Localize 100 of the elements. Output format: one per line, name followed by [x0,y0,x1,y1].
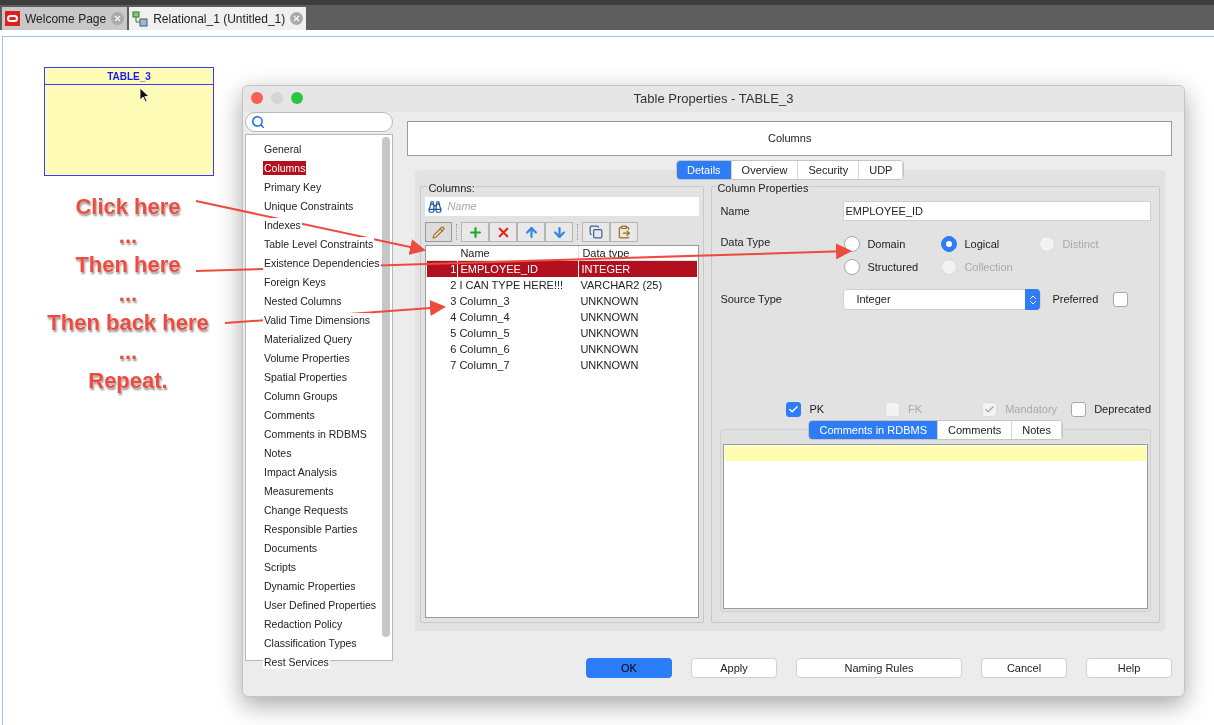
scrollbar-thumb[interactable] [382,137,391,637]
check-icon [984,403,996,415]
radio-label: Distinct [1062,236,1099,252]
checkbox-label: Mandatory [1005,401,1058,417]
column-row[interactable]: 5 Column_5 UNKNOWN [427,325,698,341]
row-number: 6 [449,342,458,357]
check-icon [788,403,800,415]
table-cell-text: Column_6 [458,342,511,357]
maximize-button[interactable] [291,92,303,104]
search-field[interactable] [245,112,394,132]
toolbar-button[interactable] [610,222,639,242]
toolbar-button[interactable] [582,222,611,242]
add-icon [467,224,483,240]
arrow-down-icon [551,224,567,240]
table-cell: INTEGER [578,261,698,277]
ring-logo-icon [5,11,20,26]
search-icon [251,115,265,129]
toolbar-button[interactable] [461,222,490,242]
cursor-icon [140,88,150,103]
checkbox[interactable] [1113,292,1129,307]
pencil-icon [432,225,446,239]
column-row[interactable]: 4 Column_4 UNKNOWN [427,309,698,325]
radio-button[interactable] [941,236,958,252]
toolbar-button[interactable] [489,222,518,242]
comment-tab[interactable]: Comments in RDBMS [809,421,938,439]
table-cell-text: UNKNOWN [579,342,640,357]
annotation-text: ... [118,222,138,250]
table-cell-text: UNKNOWN [579,294,640,309]
checkbox[interactable] [1071,401,1087,417]
row-number: 5 [449,326,458,341]
category-item[interactable]: Columns [263,160,307,175]
table-name: TABLE_3 [107,69,151,84]
field-label: Data Type [720,235,772,250]
field-label: Name [720,203,751,219]
edit-button[interactable] [425,222,453,242]
binoculars-icon [428,199,443,214]
checkbox[interactable] [786,401,802,417]
table-cell: EMPLOYEE_ID [457,261,579,277]
category-item[interactable]: Indexes [263,217,302,232]
table-cell-text: UNKNOWN [579,310,640,325]
table-cell-text: Column_5 [458,326,511,341]
column-name-input[interactable]: EMPLOYEE_ID [843,201,1151,221]
table-cell-text: VARCHAR2 (25) [579,278,664,293]
dialog-button[interactable]: Cancel [981,658,1067,678]
category-item[interactable]: Table Level Constraints [263,236,375,251]
source-type-select[interactable]: Integer [843,289,1042,310]
dialog-button[interactable]: Naming Rules [796,658,962,678]
stepper-icon [1025,289,1041,310]
table-cell-text: I CAN TYPE HERE!!! [458,278,565,293]
document-tab[interactable]: Relational_1 (Untitled_1) [129,7,307,30]
radio-label: Domain [867,236,906,252]
annotation-text: Then back here [47,309,209,337]
table-cell-text: Column_3 [458,294,511,309]
annotation-text: ... [118,338,138,366]
radio-label: Logical [964,236,1000,252]
column-header: Name [459,246,491,260]
table-cell-text: UNKNOWN [579,326,640,341]
paste-icon [617,225,632,239]
annotation-text: ... [118,280,138,308]
details-tab[interactable]: Details [676,161,732,179]
row-number: 7 [449,358,458,373]
close-icon[interactable] [111,12,125,25]
column-row[interactable]: 1 EMPLOYEE_ID INTEGER [427,261,698,277]
dialog-button[interactable]: Apply [691,658,777,678]
column-row[interactable]: 2 I CAN TYPE HERE!!! VARCHAR2 (25) [427,277,698,293]
category-item[interactable]: Valid Time Dimensions [263,312,371,327]
column-row[interactable]: 7 Column_7 UNKNOWN [427,357,698,373]
checkbox-label: Preferred [1052,292,1099,308]
checkbox-label: FK [908,401,923,417]
close-icon[interactable] [290,12,304,25]
document-tab[interactable]: Welcome Page [2,7,128,30]
column-row[interactable]: 6 Column_6 UNKNOWN [427,341,698,357]
checkbox-label: PK [809,401,825,417]
row-number: 1 [449,262,458,277]
radio-button[interactable] [844,259,861,275]
dialog-button[interactable]: OK [586,658,672,678]
window-title: Table Properties - TABLE_3 [633,90,794,109]
diagram-icon [132,10,149,27]
close-button[interactable] [251,92,263,104]
radio-button[interactable] [844,236,861,252]
radio-label: Collection [964,259,1013,275]
table-node[interactable]: TABLE_3 [44,67,214,176]
table-cell-text: Column_4 [458,310,511,325]
row-number: 3 [449,294,458,309]
page-title: Columns [768,131,812,147]
annotation-text: Then here [75,251,181,279]
field-label: Source Type [720,292,783,308]
row-number: 4 [449,310,458,325]
column-row[interactable]: 3 Column_3 UNKNOWN [427,293,698,309]
toolbar-button[interactable] [517,222,546,242]
annotation-text: Click here [75,193,181,221]
annotation-text: Repeat. [88,367,168,395]
row-number: 2 [449,278,458,293]
table-cell-text: Column_7 [458,358,511,373]
copy-icon [589,225,604,239]
toolbar-button[interactable] [545,222,574,242]
radio-label: Structured [867,259,919,275]
table-cell-text: UNKNOWN [579,358,640,373]
checkbox-label: Deprecated [1094,401,1151,417]
dialog-button[interactable]: Help [1086,658,1172,678]
